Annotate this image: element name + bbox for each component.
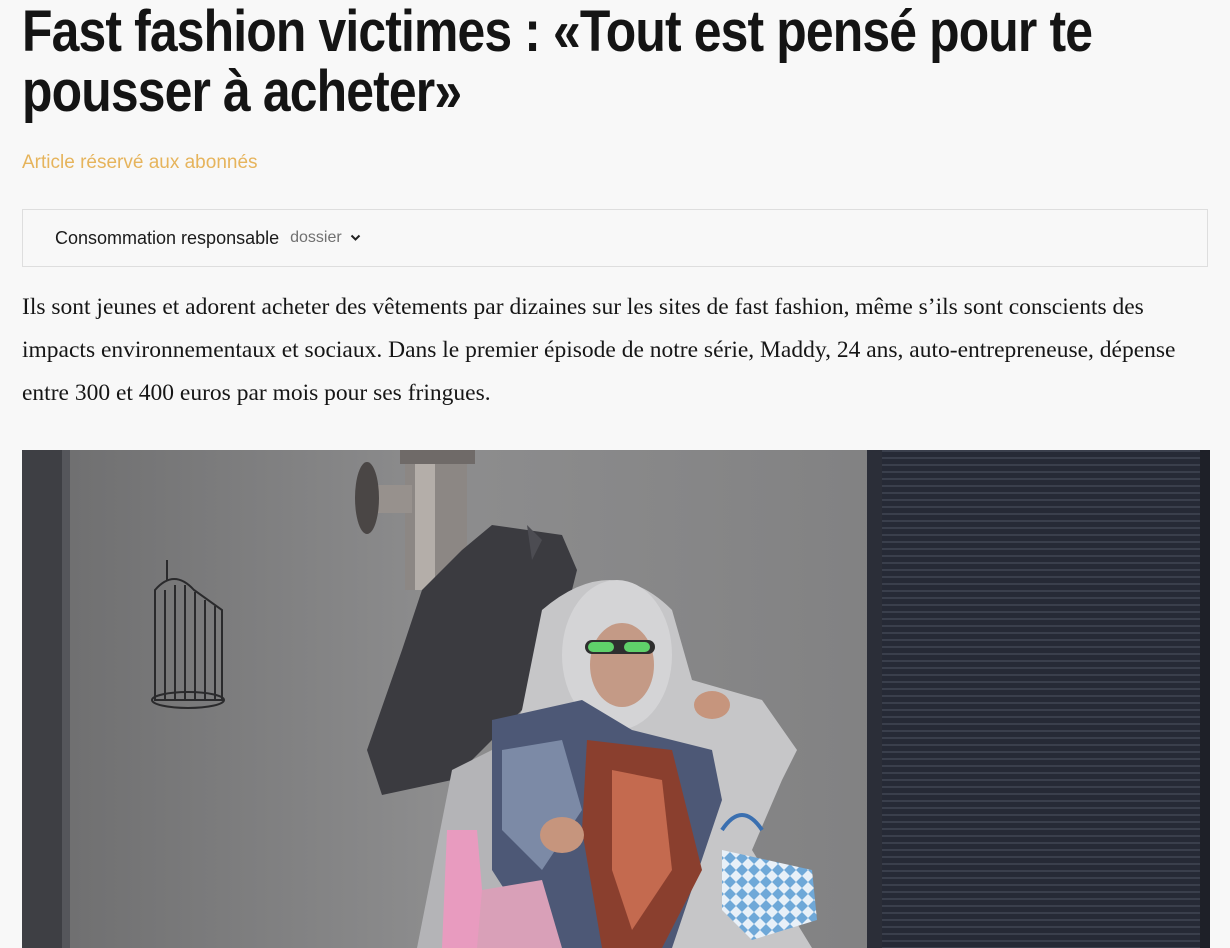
dossier-title: Consommation responsable [55,227,280,248]
article-headline: Fast fashion victimes : «Tout est pensé … [22,0,1093,124]
chevron-down-icon [350,234,361,242]
dossier-dropdown[interactable]: Consommation responsable dossier [22,209,1208,267]
subscriber-badge[interactable]: Article réservé aux abonnés [22,152,258,174]
article-lead: Ils sont jeunes et adorent acheter des v… [22,294,1176,406]
article-photo [22,450,1210,948]
dossier-tag: dossier [290,229,342,246]
